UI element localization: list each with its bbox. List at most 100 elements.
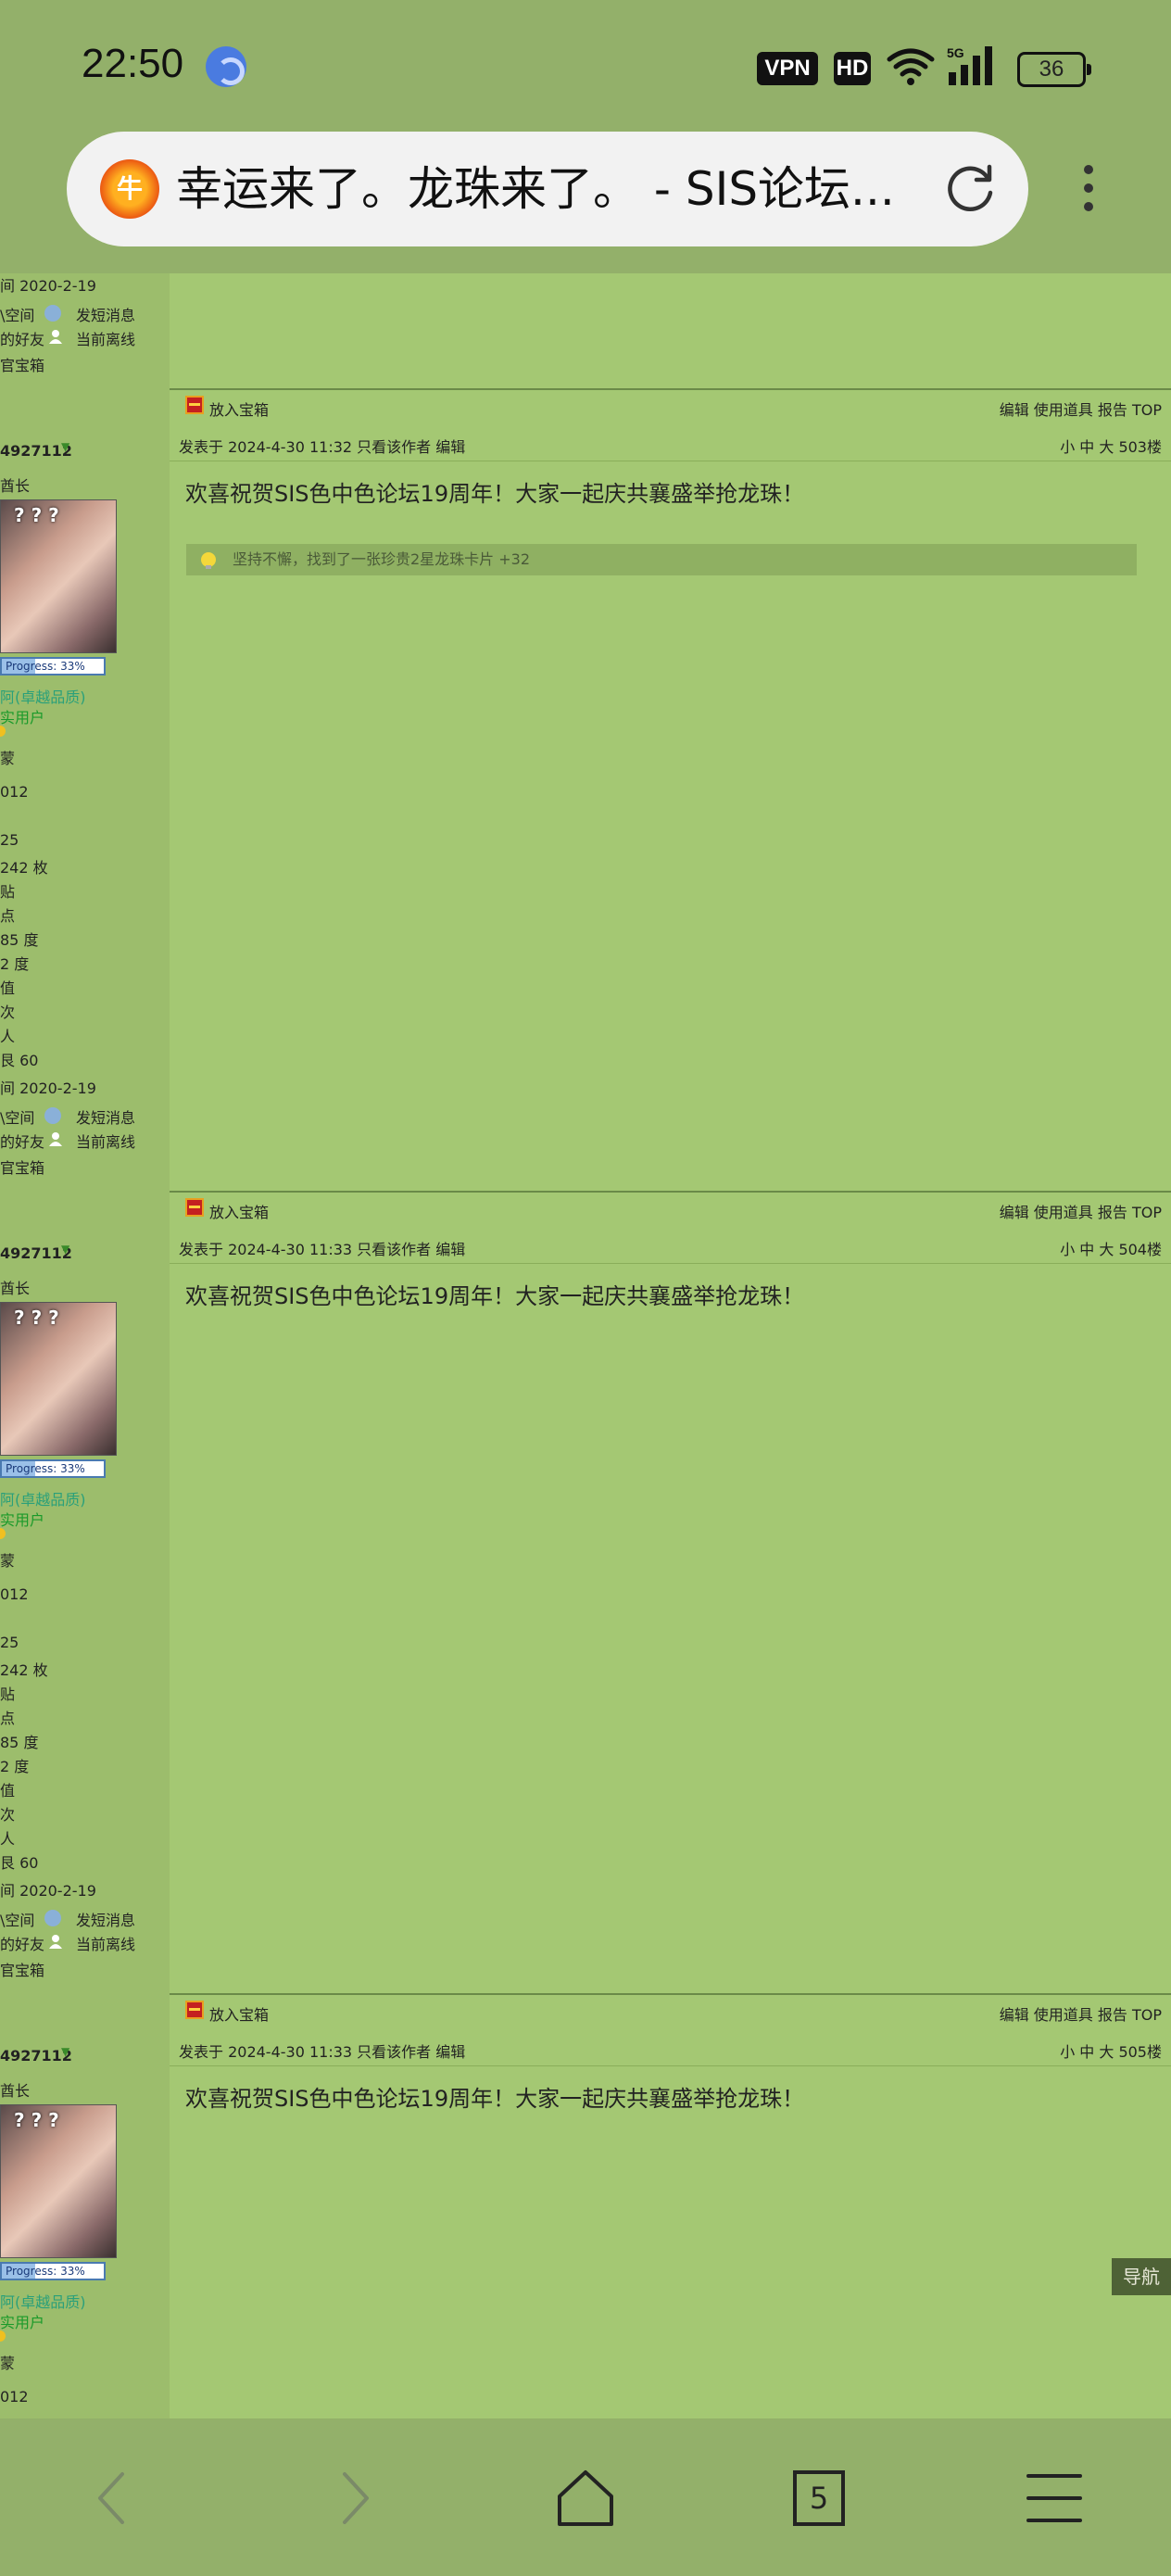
rating-text: 坚持不懈，找到了一张珍贵2星龙珠卡片 +32 (233, 550, 531, 568)
post-size-floor[interactable]: 小 中 大 504楼 (1060, 1237, 1162, 1259)
post-tools[interactable]: 编辑 使用道具 报告 TOP (1000, 2002, 1162, 2025)
post-meta-divider (170, 1263, 1171, 1264)
medal-text: 阿(卓越品质) (0, 1491, 86, 1509)
dropdown-arrow-icon[interactable]: ▼ (61, 440, 69, 453)
user-uid: 012 (0, 1585, 29, 1603)
treasure-box-icon[interactable] (185, 1198, 204, 1217)
author-avatar[interactable]: ? ? ? (0, 1302, 117, 1456)
reg-date: 间 2020-2-19 (0, 1080, 96, 1097)
progress-bar: Progress: 33% (0, 1459, 106, 1478)
battery-indicator: 36 (1017, 52, 1091, 87)
treasure-box-link[interactable]: 官宝箱 (0, 353, 44, 375)
post-meta[interactable]: 发表于 2024-4-30 11:32 只看该作者 编辑 (179, 435, 465, 457)
user-flag-text: 蒙 (0, 750, 16, 767)
author-avatar[interactable]: ? ? ? (0, 499, 117, 653)
put-in-box-link[interactable]: 放入宝箱 (209, 398, 269, 420)
author-sidebar: 间 2020-2-19 \空间 发短消息 的好友 当前离线 官宝箱 492711… (0, 273, 170, 2418)
add-friend-link[interactable]: 的好友 (0, 1932, 44, 1954)
post-size-floor[interactable]: 小 中 大 503楼 (1060, 435, 1162, 457)
status-time: 22:50 (82, 41, 184, 86)
user-status-icon (48, 1131, 63, 1146)
stat-posts: 贴 (0, 1686, 16, 1703)
progress-label: Progress: 33% (6, 660, 85, 673)
online-status: 当前离线 (76, 331, 136, 348)
treasure-box-link[interactable]: 官宝箱 (0, 1958, 44, 1980)
user-space-link[interactable]: \空间 (0, 303, 34, 325)
post-meta[interactable]: 发表于 2024-4-30 11:33 只看该作者 编辑 (179, 1237, 465, 1259)
message-icon (44, 1910, 61, 1926)
progress-label: Progress: 33% (6, 2265, 85, 2278)
user-space-link[interactable]: \空间 (0, 1105, 34, 1128)
author-rank: 酋长 (0, 1280, 31, 1297)
user-space-link[interactable]: \空间 (0, 1908, 34, 1930)
reload-icon[interactable] (941, 159, 999, 217)
status-bar: 22:50 VPN HD 5G 36 (0, 0, 1171, 130)
page-title[interactable]: 幸运来了。龙珠来了。 - SIS论坛... (176, 159, 917, 219)
user-type: 实用户 (0, 1511, 45, 1529)
user-uid: 012 (0, 2388, 29, 2406)
cellular-signal-icon: 5G (947, 45, 992, 85)
stat-points: 点 (0, 907, 16, 925)
add-friend-link[interactable]: 的好友 (0, 1130, 44, 1152)
browser-bottom-bar: 5 (0, 2418, 1171, 2576)
post-meta[interactable]: 发表于 2024-4-30 11:33 只看该作者 编辑 (179, 2039, 465, 2062)
dropdown-arrow-icon[interactable]: ▼ (61, 1243, 69, 1256)
stat-value: 值 (0, 1782, 16, 1799)
add-friend-link[interactable]: 的好友 (0, 327, 44, 349)
message-icon (44, 305, 61, 322)
lightbulb-icon (201, 552, 216, 569)
stat-coins: 242 枚 (0, 859, 48, 877)
stat-degree-1: 85 度 (0, 931, 39, 949)
user-status-icon (48, 329, 63, 344)
progress-bar: Progress: 33% (0, 2262, 106, 2280)
dropdown-arrow-icon[interactable]: ▼ (61, 2045, 69, 2058)
wifi-icon (887, 48, 935, 85)
put-in-box-link[interactable]: 放入宝箱 (209, 2002, 269, 2025)
post-tools[interactable]: 编辑 使用道具 报告 TOP (1000, 398, 1162, 420)
post-tools[interactable]: 编辑 使用道具 报告 TOP (1000, 1200, 1162, 1222)
stat-posts-no: 25 (0, 831, 19, 849)
message-icon (44, 1107, 61, 1124)
stat-times: 次 (0, 1004, 16, 1021)
site-favicon-icon: 牛 (100, 159, 159, 219)
stat-degree-2: 2 度 (0, 1758, 30, 1775)
stat-value: 值 (0, 979, 16, 997)
put-in-box-link[interactable]: 放入宝箱 (209, 1200, 269, 1222)
notification-app-icon (206, 46, 246, 87)
tab-count: 5 (809, 2481, 829, 2516)
menu-icon[interactable] (1017, 2461, 1091, 2535)
stat-permission: 艮 60 (0, 1052, 39, 1069)
nav-button[interactable]: 导航 (1112, 2258, 1171, 2295)
user-flag-text: 蒙 (0, 2355, 16, 2372)
site-favicon-char: 牛 (116, 173, 143, 204)
author-avatar[interactable]: ? ? ? (0, 2104, 117, 2258)
stat-posts: 贴 (0, 883, 16, 901)
rating-bar: 坚持不懈，找到了一张珍贵2星龙珠卡片 +32 (186, 544, 1137, 575)
stat-people: 人 (0, 1830, 16, 1848)
post-size-floor[interactable]: 小 中 大 505楼 (1060, 2039, 1162, 2062)
treasure-box-link[interactable]: 官宝箱 (0, 1155, 44, 1178)
stat-points: 点 (0, 1710, 16, 1727)
post-divider (170, 1191, 1171, 1193)
send-message-link[interactable]: 发短消息 (76, 303, 135, 325)
stat-coins: 242 枚 (0, 1661, 48, 1679)
tabs-icon[interactable]: 5 (782, 2461, 856, 2535)
stat-times: 次 (0, 1806, 16, 1824)
send-message-link[interactable]: 发短消息 (76, 1105, 135, 1128)
stat-degree-1: 85 度 (0, 1734, 39, 1751)
address-bar[interactable]: 牛 幸运来了。龙珠来了。 - SIS论坛... (67, 132, 1028, 246)
author-rank: 酋长 (0, 2082, 31, 2100)
online-status: 当前离线 (76, 1133, 136, 1151)
back-icon[interactable] (76, 2461, 150, 2535)
online-status: 当前离线 (76, 1936, 136, 1953)
user-type: 实用户 (0, 709, 45, 726)
post-body: 欢喜祝贺SIS色中色论坛19周年！大家一起庆共襄盛举抢龙珠！ (185, 1283, 805, 1309)
post-divider (170, 1993, 1171, 1995)
forward-icon[interactable] (317, 2461, 391, 2535)
treasure-box-icon[interactable] (185, 2001, 204, 2019)
stat-degree-2: 2 度 (0, 955, 30, 973)
treasure-box-icon[interactable] (185, 396, 204, 414)
more-menu-icon[interactable] (1075, 159, 1102, 219)
home-icon[interactable] (548, 2461, 623, 2535)
send-message-link[interactable]: 发短消息 (76, 1908, 135, 1930)
